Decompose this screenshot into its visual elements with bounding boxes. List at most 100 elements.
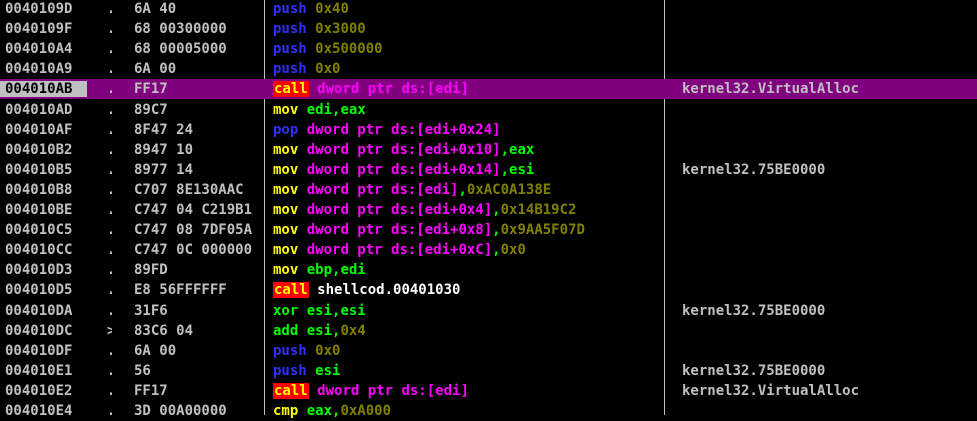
disassembly-cell: mov dword ptr ds:[edi+0xC],0x0 [265,242,665,258]
disasm-row[interactable]: 0040109F. 68 00300000 push 0x3000 [0,19,977,39]
flow-marker: . [87,122,112,138]
address-cell: 0040109D [5,1,73,17]
flow-marker: . [87,383,112,399]
disasm-row[interactable]: 004010BE. C747 04 C219B1 mov dword ptr ds:… [0,200,977,220]
operand: 0x9AA5F07D [500,222,585,239]
disasm-row[interactable]: 004010B5. 8977 14 mov dword ptr ds:[edi+0x… [0,160,977,180]
disasm-row[interactable]: 004010A9. 6A 00 push 0x0 [0,59,977,79]
address-cell: 004010D5 [5,282,73,299]
operand: edi,eax [306,101,366,118]
operand: 0x0 [315,61,341,78]
flow-marker: . [87,262,112,278]
operand: shellcod.00401030 [317,282,461,299]
flow-marker: . [87,21,112,37]
disasm-row[interactable]: 004010D5. E8 56FFFFFF call shellcod.004010… [0,280,977,300]
comment-cell: kernel32.75BE0000 [682,362,826,379]
operand: 0xAC0A138E [466,181,552,198]
opcode-bytes-cell: 89FD [134,262,168,279]
mnemonic: mov [273,242,299,259]
operand: dword ptr ds:[edi+0x8] [306,222,493,239]
flow-marker: . [87,303,112,319]
opcode-bytes-cell: 3D 00A00000 [134,403,227,419]
flow-marker: . [87,363,112,379]
opcode-bytes-cell: 83C6 04 [134,322,194,339]
operand: , [492,242,501,259]
flow-marker: . [87,403,112,419]
disasm-row[interactable]: 004010E1. 56 push esi kernel32.75BE0000 [0,361,977,381]
address-cell: 004010DC [5,322,73,339]
disassembly-pane[interactable]: 0040109D. 6A 40 push 0x40 0040109F. 68 00300… [0,0,977,419]
address-cell: 004010E2 [5,382,73,399]
disasm-row[interactable]: 004010AD. 89C7 mov edi,eax [0,100,977,120]
disasm-row[interactable]: 004010B8. C707 8E130AAC mov dword ptr ds:[… [0,180,977,200]
flow-marker: . [87,61,112,77]
disasm-row[interactable]: 004010D3. 89FD mov ebp,edi [0,260,977,280]
operand: 0x3000 [315,21,366,38]
flow-marker: . [87,222,112,238]
disasm-row[interactable]: 004010DA. 31F6 xor esi,esi kernel32.75BE000… [0,301,977,321]
disasm-row[interactable]: 0040109D. 6A 40 push 0x40 [0,0,977,19]
disassembly-cell: pop dword ptr ds:[edi+0x24] [265,122,665,138]
mnemonic: push [273,61,307,78]
disasm-row[interactable]: 004010E2. FF17 call dword ptr ds:[edi] kern… [0,381,977,401]
disassembly-cell: call shellcod.00401030 [265,282,665,299]
operand: , [492,202,501,218]
address-cell: 0040109F [5,21,73,38]
operand: esi,esi [306,302,366,319]
disassembly-cell: push 0x500000 [265,41,665,57]
comment-cell: kernel32.75BE0000 [682,161,826,178]
opcode-bytes-cell: 8977 14 [134,161,194,178]
flow-marker: . [87,182,112,198]
flow-marker: . [87,41,112,57]
disassembly-cell: push 0x0 [265,61,665,77]
comment-cell: kernel32.VirtualAlloc [682,81,860,98]
disasm-row[interactable]: 004010AF. 8F47 24 pop dword ptr ds:[edi+0x… [0,120,977,140]
mnemonic: push [273,362,307,379]
disassembly-cell: push 0x3000 [265,21,665,37]
disassembly-cell: mov edi,eax [265,102,665,118]
operand: eax, [306,403,341,419]
operand: 0x0 [315,342,341,359]
address-cell: 004010C5 [5,222,73,239]
disasm-row[interactable]: 004010CC. C747 0C 000000 mov dword ptr ds:… [0,240,977,260]
disasm-row[interactable]: 004010DF. 6A 00 push 0x0 [0,341,977,361]
disassembly-cell: mov dword ptr ds:[edi],0xAC0A138E [265,182,665,198]
operand: 0x14B19C2 [500,202,577,218]
opcode-bytes-cell: 31F6 [134,302,168,319]
disassembly-cell: mov dword ptr ds:[edi+0x14],esi [265,162,665,178]
operand: , [458,181,467,198]
operand: 0x500000 [315,41,383,58]
address-cell: 004010B8 [5,181,73,198]
address-cell: 004010E1 [5,362,73,379]
opcode-bytes-cell: 6A 00 [134,61,177,78]
address-cell: 004010AF [5,121,73,138]
opcode-bytes-cell: C747 0C 000000 [134,242,253,259]
opcode-bytes-cell: 6A 00 [134,342,177,359]
mnemonic: call [273,81,309,98]
disasm-row[interactable]: 004010DC >83C6 04 add esi,0x4 [0,321,977,341]
mnemonic: call [273,382,309,399]
address-cell: 004010D3 [5,262,73,279]
disasm-row[interactable]: 004010A4. 68 00005000 push 0x500000 [0,39,977,59]
mnemonic: cmp [273,403,299,419]
flow-marker: . [87,242,112,258]
disassembly-cell: mov dword ptr ds:[edi+0x4],0x14B19C2 [265,202,665,218]
operand: dword ptr ds:[edi] [317,81,469,98]
disasm-row[interactable]: 004010C5. C747 08 7DF05A mov dword ptr ds:… [0,220,977,240]
operand: dword ptr ds:[edi+0xC] [306,242,493,259]
disassembly-cell: mov ebp,edi [265,262,665,278]
opcode-bytes-cell: FF17 [134,81,168,98]
address-cell: 004010CC [5,242,73,259]
disasm-row[interactable]: 004010B2. 8947 10 mov dword ptr ds:[edi+0x… [0,140,977,160]
flow-marker: . [87,81,112,97]
flow-marker: . [87,142,112,158]
disasm-row[interactable]: 004010E4. 3D 00A00000 cmp eax,0xA000 [0,401,977,421]
flow-marker: . [87,102,112,118]
operand: dword ptr ds:[edi] [306,181,459,198]
disassembly-cell: mov dword ptr ds:[edi+0x10],eax [265,142,665,158]
operand: 0xA000 [340,403,392,419]
disasm-row-selected[interactable]: 004010AB. FF17 call dword ptr ds:[edi] kern… [0,79,977,100]
flow-marker: . [87,343,112,359]
operand: dword ptr ds:[edi+0x4] [306,202,493,218]
flow-marker: . [87,1,112,17]
